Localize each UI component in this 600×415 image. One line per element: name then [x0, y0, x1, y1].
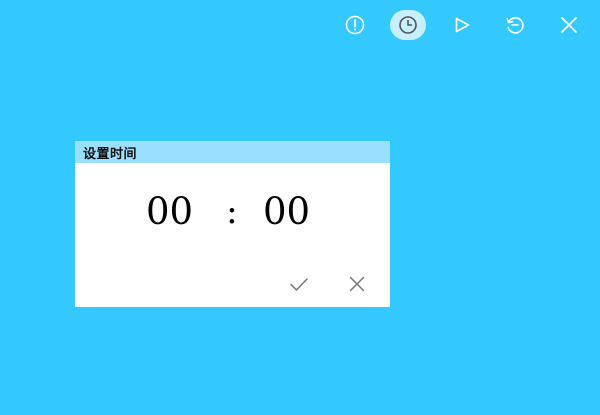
close-button[interactable]: [551, 10, 587, 40]
reset-button[interactable]: [497, 10, 533, 40]
play-icon: [455, 17, 470, 33]
top-toolbar: [0, 0, 600, 50]
dialog-title: 设置时间: [83, 146, 138, 162]
reset-icon: [506, 17, 524, 34]
confirm-button[interactable]: [286, 272, 312, 296]
timer-icon: [399, 16, 417, 34]
minutes-field[interactable]: 00: [263, 189, 310, 235]
dialog-header: 设置时间: [75, 141, 390, 163]
info-button[interactable]: [337, 10, 373, 40]
timer-button[interactable]: [390, 10, 426, 40]
cancel-button[interactable]: [344, 272, 370, 296]
set-time-dialog: 设置时间 00 : 00: [75, 141, 390, 307]
time-separator: :: [226, 192, 238, 232]
time-display: 00 : 00: [75, 189, 390, 235]
info-icon: [345, 15, 365, 35]
cancel-icon: [349, 276, 365, 292]
play-button[interactable]: [444, 10, 480, 40]
hours-field[interactable]: 00: [146, 189, 193, 235]
close-icon: [561, 17, 577, 33]
checkmark-icon: [290, 278, 308, 291]
